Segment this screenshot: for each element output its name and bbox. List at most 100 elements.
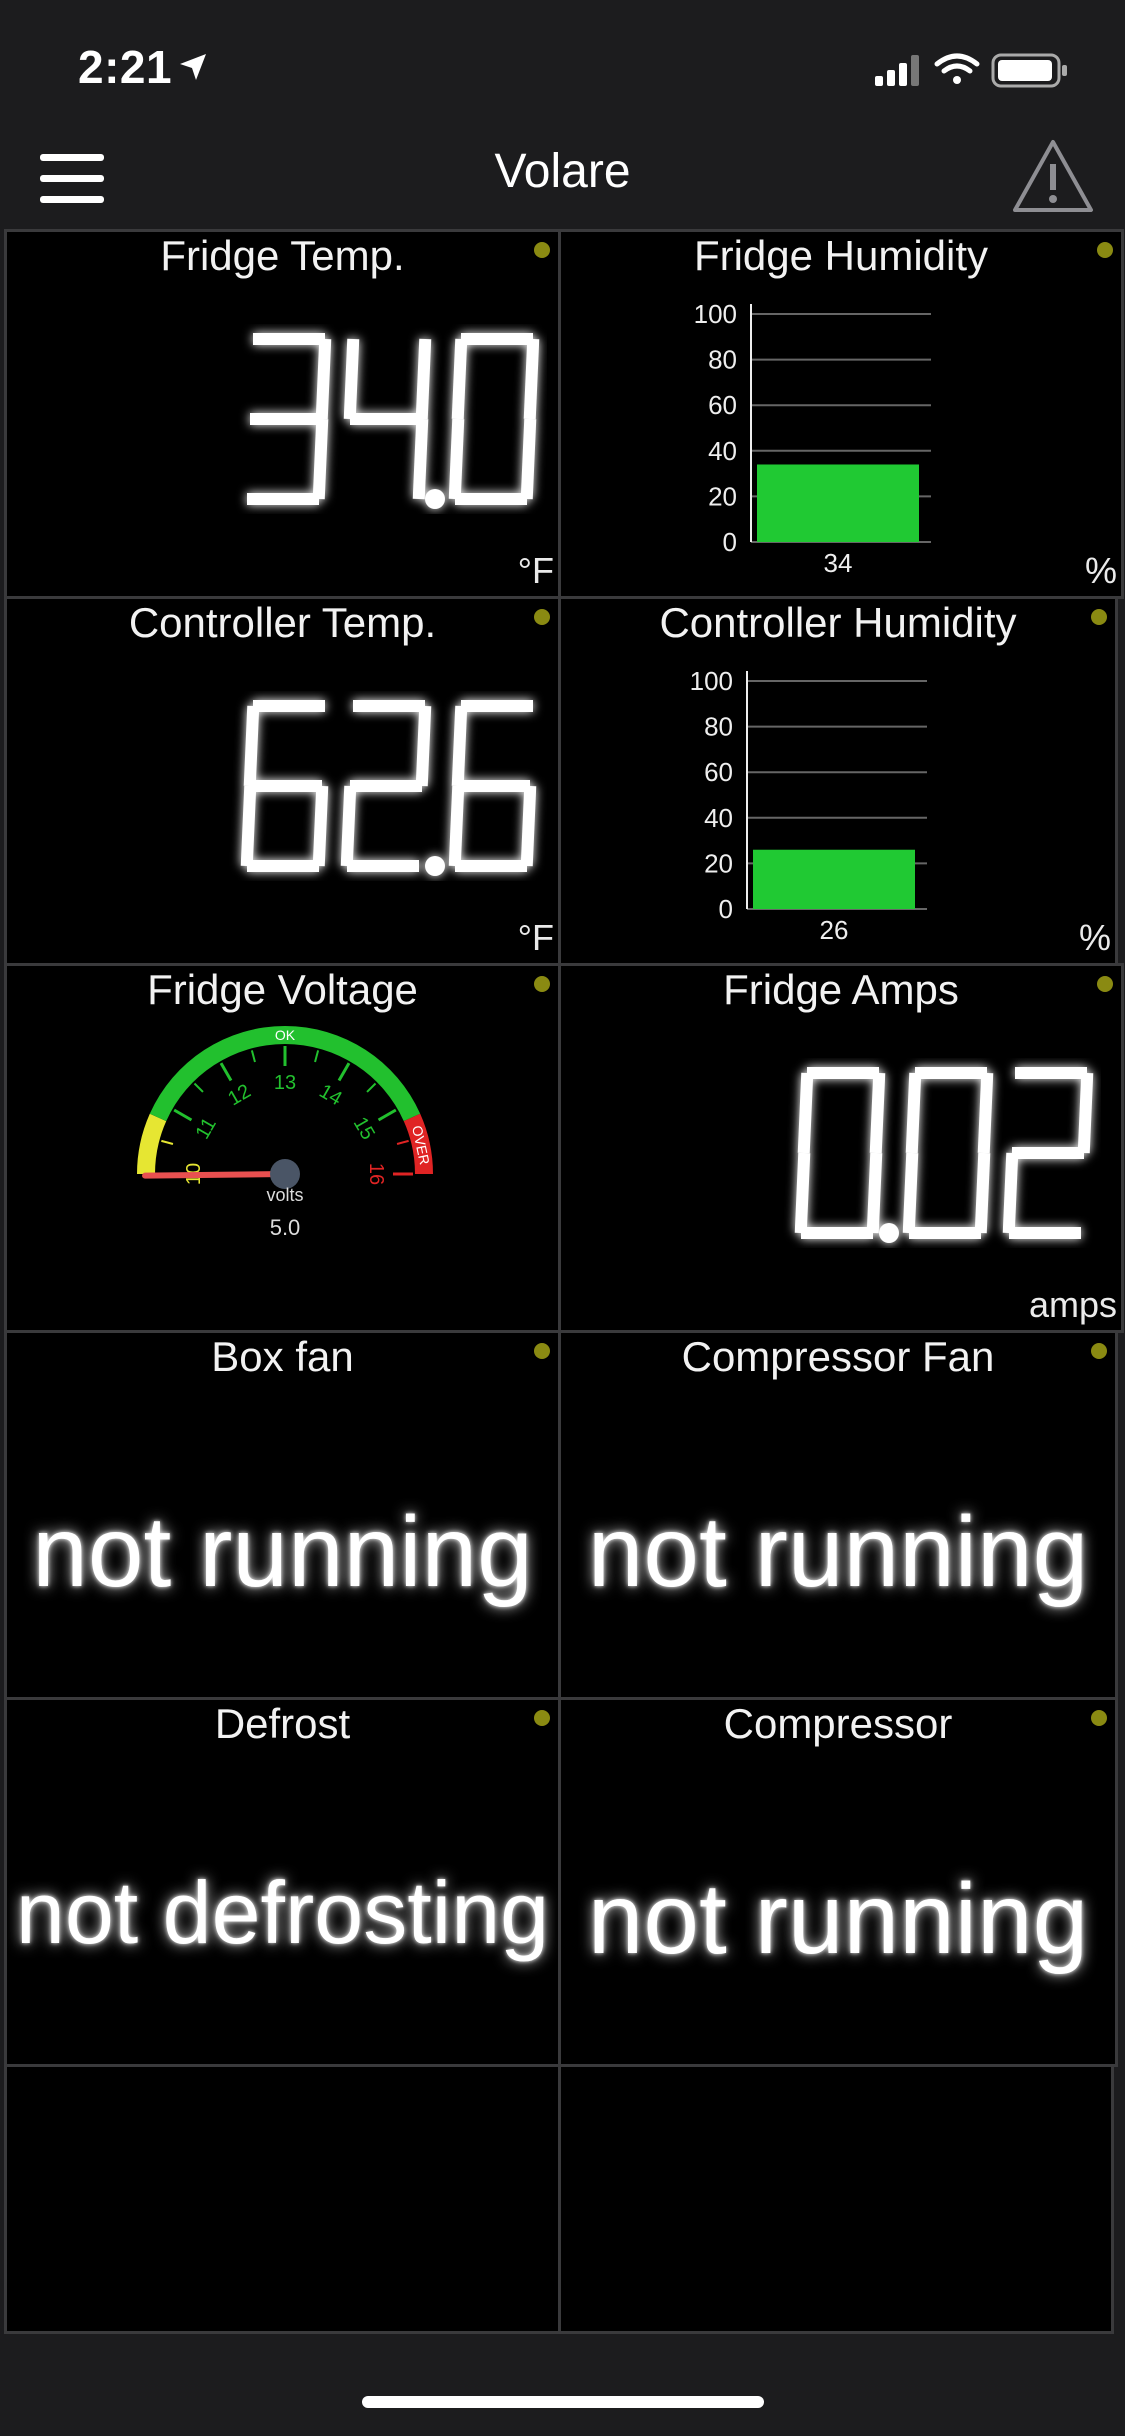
- voltage-gauge: 10111213141516OKOVER volts 5.0: [137, 1026, 433, 1240]
- segment-f: [451, 338, 468, 420]
- status-time: 2:21: [78, 41, 173, 93]
- tile-empty-left[interactable]: [4, 2064, 561, 2334]
- gauge-tick: [161, 1139, 174, 1145]
- segment-c: [412, 418, 429, 500]
- tile-controller-temp[interactable]: Controller Temp. °F: [4, 596, 561, 966]
- status-dot: [534, 976, 550, 992]
- status-dot: [1091, 609, 1107, 625]
- signal-icon: [875, 55, 919, 86]
- unit-label: %: [1084, 550, 1117, 591]
- status-dot: [1091, 1343, 1107, 1359]
- status-dot: [1097, 976, 1113, 992]
- gauge-ok-label: OK: [275, 1027, 296, 1043]
- tile-title: Fridge Voltage: [147, 966, 418, 1013]
- segment-e: [448, 418, 465, 500]
- y-tick-label: 100: [690, 666, 733, 696]
- segment-e: [902, 1152, 919, 1234]
- status-dot: [1091, 1710, 1107, 1726]
- gauge-tick: [377, 1108, 397, 1122]
- status-text: not running: [587, 1496, 1089, 1608]
- y-tick-label: 20: [708, 481, 737, 511]
- gauge-arcs: 10111213141516OKOVER: [137, 1026, 433, 1189]
- segment-f: [343, 338, 360, 420]
- segment-c: [520, 418, 537, 500]
- segment-e: [340, 785, 357, 867]
- x-tick-label: 34: [824, 548, 853, 578]
- tile-fridge-temp[interactable]: Fridge Temp. °F: [4, 229, 561, 599]
- tile-title: Fridge Humidity: [693, 232, 989, 279]
- y-tick-label: 60: [704, 757, 733, 787]
- wifi-icon: [934, 53, 980, 84]
- tile-defrost[interactable]: Defrost not defrosting: [4, 1697, 561, 2067]
- y-tick-label: 0: [723, 527, 737, 557]
- nav-bar: Volare: [0, 130, 1125, 230]
- tile-compressor-fan[interactable]: Compressor Fan not running: [558, 1330, 1118, 1700]
- segment-f: [451, 705, 468, 787]
- gauge-tick: [219, 1062, 233, 1082]
- segment-b: [415, 338, 432, 420]
- segment-c: [312, 785, 329, 867]
- segment-b: [523, 338, 540, 420]
- home-indicator[interactable]: [362, 2396, 764, 2408]
- gauge-tick: [366, 1082, 377, 1093]
- unit-label: °F: [517, 550, 554, 591]
- unit-label: °F: [517, 917, 554, 958]
- segment-b: [977, 1072, 994, 1154]
- status-bar: 2:21: [0, 0, 1125, 130]
- tile-title: Box fan: [211, 1333, 354, 1380]
- tile-title: Fridge Amps: [723, 966, 959, 1013]
- tile-empty-right[interactable]: [558, 2064, 1114, 2334]
- y-tick-label: 40: [708, 436, 737, 466]
- tile-compressor[interactable]: Compressor not running: [558, 1697, 1118, 2067]
- gauge-tick: [250, 1050, 256, 1063]
- segment-e: [1002, 1152, 1019, 1234]
- gauge-unit-label: volts: [266, 1185, 303, 1205]
- segment-b: [869, 1072, 886, 1154]
- y-tick-label: 80: [708, 345, 737, 375]
- tile-title: Defrost: [214, 1700, 351, 1747]
- tile-controller-humidity[interactable]: Controller Humidity 0 20 40 60 80 100 26 %: [558, 596, 1118, 966]
- y-tick-label: 0: [719, 894, 733, 924]
- y-tick-label: 40: [704, 803, 733, 833]
- gauge-tick-label: 14: [315, 1080, 345, 1110]
- gauge-tick-label: 13: [274, 1072, 296, 1094]
- humidity-bar-chart: 0 20 40 60 80 100 34: [694, 299, 931, 578]
- app-title: Volare: [494, 145, 631, 198]
- gauge-value-label: 5.0: [270, 1215, 301, 1240]
- gauge-tick: [337, 1062, 351, 1082]
- status-text: not running: [587, 1863, 1089, 1975]
- tile-fridge-humidity[interactable]: Fridge Humidity 0 20 40 60 80 100 34 %: [558, 229, 1124, 599]
- segment-c: [520, 785, 537, 867]
- tile-box-fan[interactable]: Box fan not running: [4, 1330, 561, 1700]
- status-dot: [534, 1343, 550, 1359]
- decimal-point: [879, 1223, 899, 1243]
- status-dot: [534, 242, 550, 258]
- segment-f: [905, 1072, 922, 1154]
- digit-group: [247, 333, 540, 509]
- digit-group: [794, 1067, 1094, 1243]
- seven-segment-display: [240, 700, 537, 876]
- unit-label: amps: [1028, 1284, 1117, 1325]
- y-tick-label: 60: [708, 390, 737, 420]
- tile-title: Compressor Fan: [681, 1333, 995, 1380]
- segment-b: [315, 338, 332, 420]
- battery-icon: [991, 53, 1067, 88]
- status-text: not defrosting: [15, 1863, 550, 1962]
- segment-e: [240, 785, 257, 867]
- status-dot: [534, 1710, 550, 1726]
- tile-fridge-amps[interactable]: Fridge Amps amps: [558, 963, 1124, 1333]
- segment-e: [448, 785, 465, 867]
- gauge-zone-low: [137, 1113, 167, 1174]
- tile-title: Compressor: [723, 1700, 953, 1747]
- bar: [757, 464, 919, 542]
- tile-fridge-voltage[interactable]: Fridge Voltage 10111213141516OKOVER volt…: [4, 963, 561, 1333]
- status-text: not running: [32, 1496, 533, 1608]
- x-tick-label: 26: [820, 915, 849, 945]
- digit-group: [240, 700, 537, 876]
- gauge-needle: [142, 1171, 288, 1179]
- y-tick-label: 20: [704, 848, 733, 878]
- warning-icon[interactable]: [1011, 138, 1095, 214]
- segment-c: [974, 1152, 991, 1234]
- location-arrow-icon: [180, 54, 206, 80]
- segment-f: [797, 1072, 814, 1154]
